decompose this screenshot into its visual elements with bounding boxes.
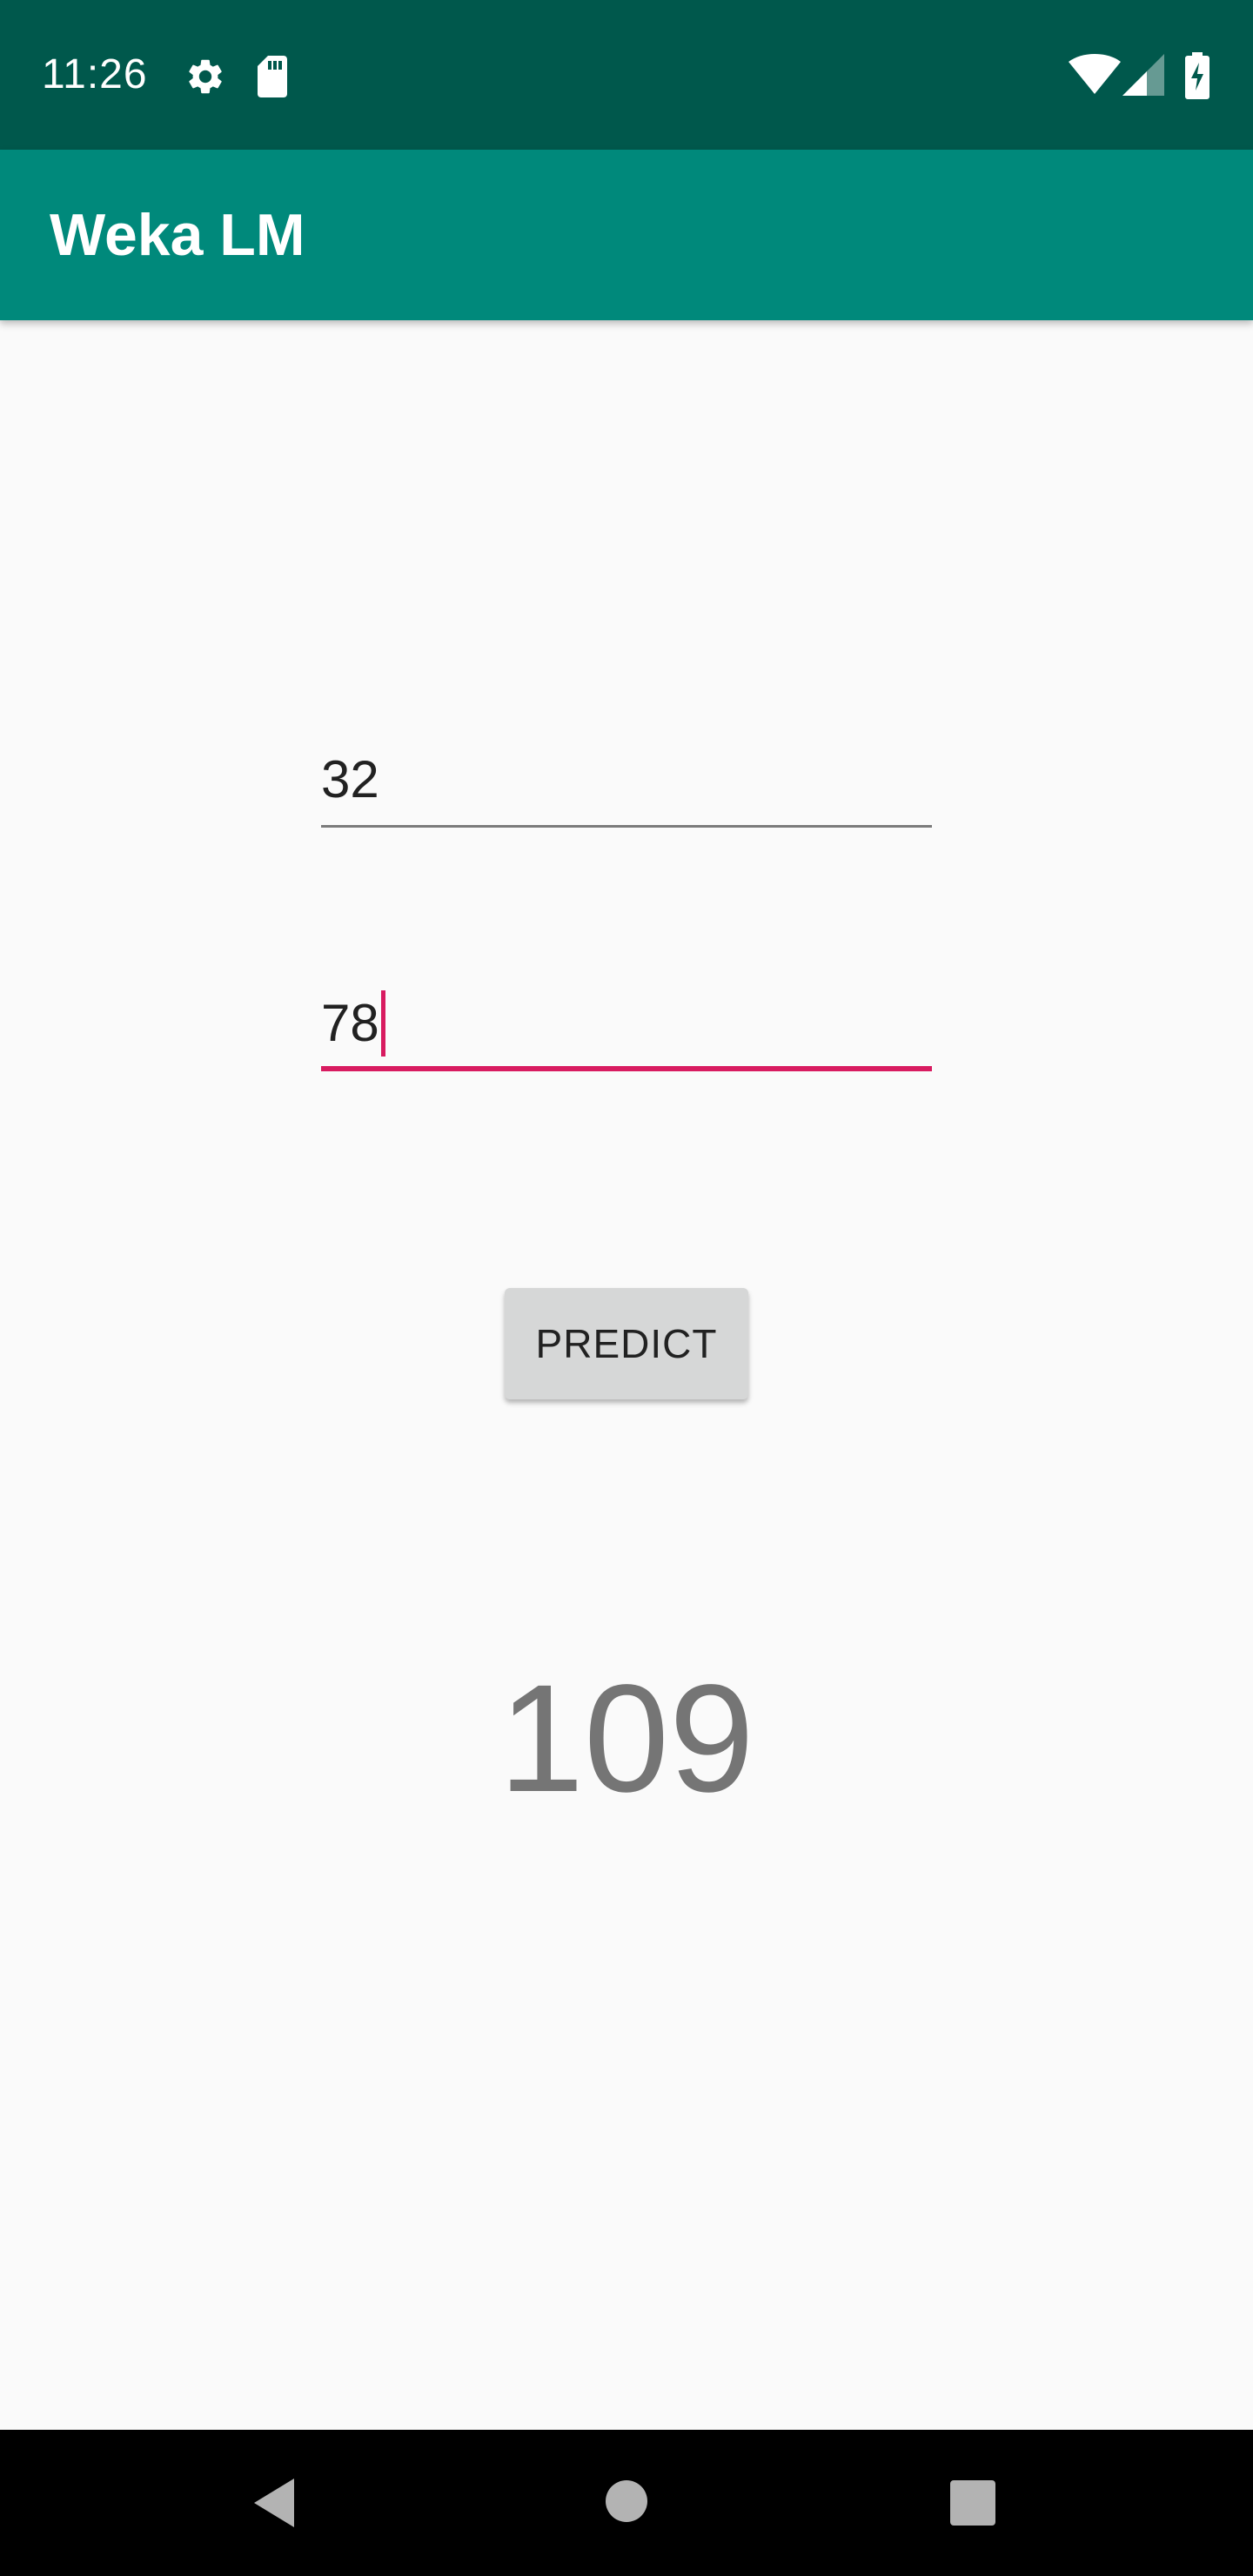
input-field-2[interactable]: 78 xyxy=(321,976,932,1071)
input-field-1-value[interactable]: 32 xyxy=(321,732,379,828)
back-icon[interactable] xyxy=(252,2477,296,2529)
input-field-1-underline xyxy=(321,825,932,828)
settings-icon xyxy=(189,59,222,94)
status-time: 11:26 xyxy=(42,51,148,97)
text-cursor xyxy=(380,990,385,1057)
battery-charging-icon xyxy=(1185,52,1209,99)
main-content: 32 78 PREDICT 109 xyxy=(0,320,1253,2430)
sd-card-icon xyxy=(258,56,287,97)
input-field-2-value-wrap[interactable]: 78 xyxy=(321,976,385,1071)
signal-icon xyxy=(1122,54,1164,96)
status-bar: 11:26 xyxy=(0,0,1253,150)
recents-icon[interactable] xyxy=(950,2480,995,2526)
input-field-2-value[interactable]: 78 xyxy=(321,994,379,1052)
input-field-2-underline xyxy=(321,1066,932,1071)
navigation-bar xyxy=(0,2430,1253,2576)
prediction-result: 109 xyxy=(499,1654,754,1824)
predict-button[interactable]: PREDICT xyxy=(505,1288,748,1399)
input-field-1[interactable]: 32 xyxy=(321,732,932,828)
home-icon[interactable] xyxy=(604,2479,649,2524)
wifi-icon xyxy=(1069,54,1121,94)
app-bar: Weka LM xyxy=(0,150,1253,320)
app-title: Weka LM xyxy=(50,202,305,268)
